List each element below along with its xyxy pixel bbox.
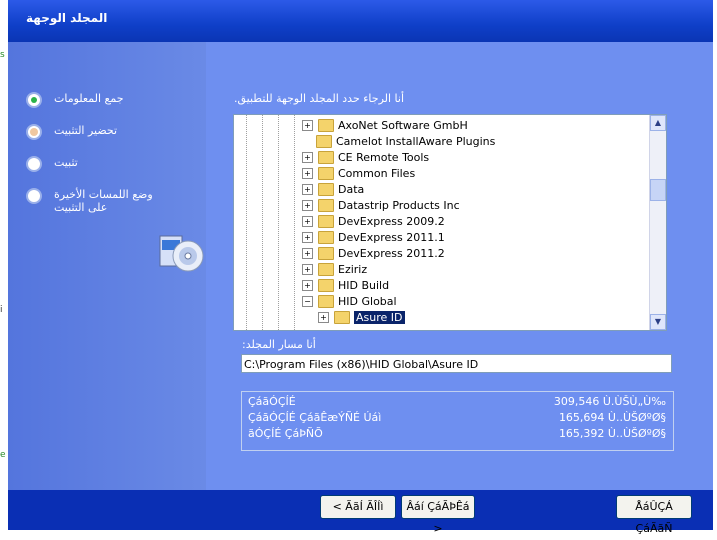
step-install: تثبيت (26, 156, 174, 172)
folder-icon (318, 118, 334, 132)
scroll-down-button[interactable]: ▼ (650, 314, 666, 330)
space-value: 309,546 Ù.ÙŠÙ„Ù‰ (553, 395, 666, 408)
tree-item-label: DevExpress 2009.2 (338, 214, 445, 228)
folder-icon (318, 278, 334, 292)
step-pending-icon (26, 124, 42, 140)
tree-item-label: HID Global (338, 294, 397, 308)
folder-tree-rows: + AxoNet Software GmbH Camelot InstallAwar… (234, 115, 648, 330)
tree-item[interactable]: + AxoNet Software GmbH (302, 117, 468, 133)
tree-item-label: Common Files (338, 166, 416, 180)
tree-item[interactable]: + DevExpress 2009.2 (302, 213, 445, 229)
folder-icon (334, 310, 350, 324)
tree-item-label: DevExpress 2011.1 (338, 230, 445, 244)
space-row: ÇáãÓÇÍÉ 309,546 Ù.ÙŠÙ„Ù‰ (248, 395, 666, 409)
folder-path-input[interactable]: C:\Program Files (x86)\HID Global\Asure … (241, 354, 672, 373)
expand-icon[interactable]: + (302, 231, 313, 243)
tree-item[interactable]: + Common Files (302, 165, 415, 181)
folder-icon (318, 150, 334, 164)
space-row: ÇáãÓÇÍÉ ÇáãÊæÝÑÉ Úáì 165,694 Ù..ÙŠØºØ§ (248, 411, 666, 425)
tree-item-label: Datastrip Products Inc (338, 198, 460, 212)
folder-icon (318, 230, 334, 244)
expand-icon[interactable]: + (302, 279, 313, 291)
folder-icon (318, 294, 334, 308)
tree-guide-line (262, 115, 263, 330)
step-gather-info: جمع المعلومات (26, 92, 174, 108)
background-edge-mark: i (0, 305, 3, 315)
back-button[interactable]: < ÃãÍ ÃÎÍì (320, 495, 396, 519)
tree-item-label: Eziriz (338, 262, 368, 276)
expand-icon[interactable]: + (302, 199, 313, 211)
expand-icon[interactable]: + (302, 263, 313, 275)
tree-item[interactable]: + DevExpress 2011.1 (302, 229, 445, 245)
step-pending-icon (26, 156, 42, 172)
step-prepare-install: تحضير التثبيت (26, 124, 174, 140)
step-finalize: وضع اللمسات الأخيرة على التثبيت (26, 188, 174, 214)
folder-icon (318, 214, 334, 228)
tree-item[interactable]: + CE Remote Tools (302, 149, 429, 165)
space-name: ÇáãÓÇÍÉ ÇáãÊæÝÑÉ Úáì (248, 411, 382, 424)
tree-guide-line (278, 115, 279, 330)
next-button[interactable]: Âáí ÇáÃÞÊá > (401, 495, 475, 535)
tree-item[interactable]: + Asure ID (318, 309, 405, 325)
tree-item-label: Camelot InstallAware Plugins (336, 134, 496, 148)
scroll-thumb[interactable] (650, 179, 666, 201)
instruction-text: أنا الرجاء حدد المجلد الوجهة للتطبيق. (234, 92, 405, 105)
folder-icon (316, 134, 332, 148)
tree-item[interactable]: + Data (302, 181, 364, 197)
installer-box-icon (159, 235, 204, 272)
expand-icon[interactable]: + (318, 311, 329, 323)
scroll-up-button[interactable]: ▲ (650, 115, 666, 131)
space-value: 165,392 Ù..ÙŠØºØ§ (558, 427, 666, 440)
expand-icon[interactable]: + (302, 183, 313, 195)
expand-icon (302, 137, 311, 146)
step-label: جمع المعلومات (54, 92, 124, 105)
space-name: ÇáãÓÇÍÉ (248, 395, 296, 408)
tree-item[interactable]: + Eziriz (302, 261, 367, 277)
folder-icon (318, 182, 334, 196)
folder-icon (318, 198, 334, 212)
step-active-icon (26, 92, 42, 108)
folder-tree[interactable]: + AxoNet Software GmbH Camelot InstallAwar… (233, 114, 667, 331)
collapse-icon[interactable]: − (302, 295, 313, 307)
window-title: المجلد الوجهة (26, 11, 108, 25)
folder-icon (318, 166, 334, 180)
expand-icon[interactable]: + (302, 247, 313, 259)
tree-item-label: Data (338, 182, 365, 196)
step-label: تحضير التثبيت (54, 124, 118, 137)
tree-item-label: CE Remote Tools (338, 150, 430, 164)
space-value: 165,694 Ù..ÙŠØºØ§ (558, 411, 666, 424)
step-label: وضع اللمسات الأخيرة على التثبيت (54, 188, 153, 214)
tree-item-label: HID Build (338, 278, 390, 292)
tree-item[interactable]: − HID Global (302, 293, 397, 309)
step-pending-icon (26, 188, 42, 204)
expand-icon[interactable]: + (302, 215, 313, 227)
expand-icon[interactable]: + (302, 151, 313, 163)
background-edge-mark: e (0, 450, 6, 460)
tree-item-label: AxoNet Software GmbH (338, 118, 468, 132)
tree-guide-line (246, 115, 247, 330)
step-label: تثبيت (54, 156, 78, 169)
tree-item-label: Asure ID (354, 310, 405, 324)
path-label: أنا مسار المجلد: (242, 338, 316, 351)
folder-icon (318, 262, 334, 276)
space-name: ãÓÇÍÉ ÇáÞÑÕ (248, 427, 323, 440)
cancel-button[interactable]: ÅáÛÇÁ ÇáÃãÑ (616, 495, 692, 535)
space-row: ãÓÇÍÉ ÇáÞÑÕ 165,392 Ù..ÙŠØºØ§ (248, 427, 666, 441)
tree-guide-line (294, 115, 295, 330)
tree-item[interactable]: + DevExpress 2011.2 (302, 245, 445, 261)
tree-item[interactable]: Camelot InstallAware Plugins (302, 133, 495, 149)
tree-item-label: DevExpress 2011.2 (338, 246, 445, 260)
expand-icon[interactable]: + (302, 119, 313, 131)
tree-scrollbar[interactable]: ▲ ▼ (649, 115, 666, 330)
expand-icon[interactable]: + (302, 167, 313, 179)
tree-item[interactable]: + HID Build (302, 277, 389, 293)
title-bar: المجلد الوجهة (8, 0, 713, 42)
tree-item[interactable]: + Datastrip Products Inc (302, 197, 460, 213)
folder-icon (318, 246, 334, 260)
background-edge-mark: s (0, 50, 5, 60)
disk-space-panel: ÇáãÓÇÍÉ 309,546 Ù.ÙŠÙ„Ù‰ ÇáãÓÇÍÉ ÇáãÊæÝÑ… (241, 391, 674, 451)
